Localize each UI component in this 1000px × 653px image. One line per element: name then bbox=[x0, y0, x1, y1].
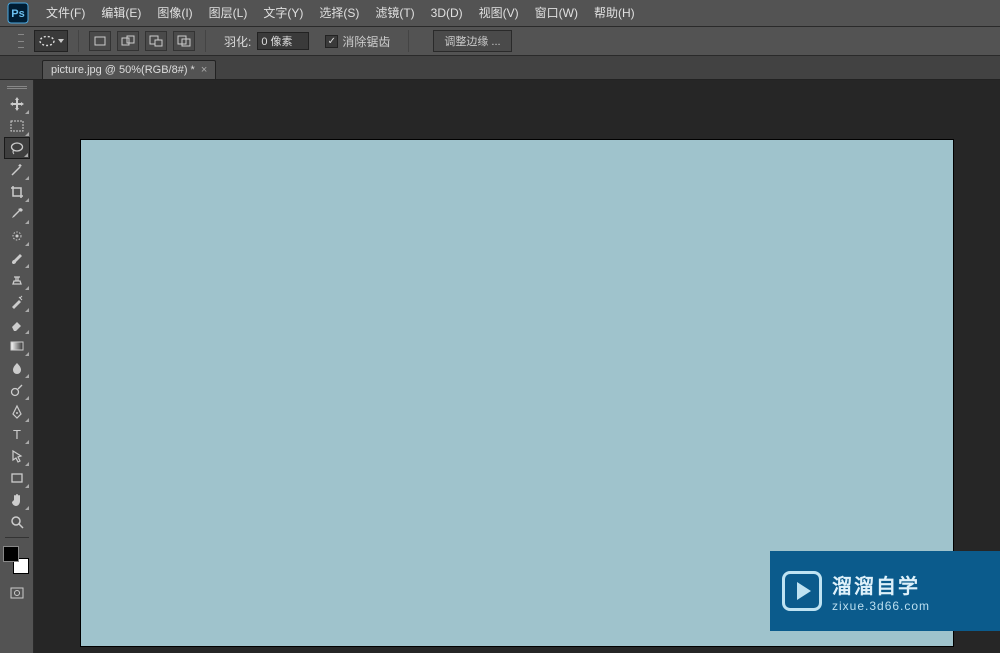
watermark-title: 溜溜自学 bbox=[832, 570, 930, 599]
magic-wand-tool[interactable] bbox=[4, 159, 30, 181]
menu-edit[interactable]: 编辑(E) bbox=[93, 0, 149, 26]
menu-help[interactable]: 帮助(H) bbox=[586, 0, 643, 26]
document-tab-title: picture.jpg @ 50%(RGB/8#) * bbox=[51, 64, 195, 76]
history-brush-tool[interactable] bbox=[4, 291, 30, 313]
rectangle-tool[interactable] bbox=[4, 467, 30, 489]
antialias-checkbox[interactable]: ✓ 消除锯齿 bbox=[325, 33, 390, 50]
options-bar-grip[interactable] bbox=[18, 34, 24, 48]
divider bbox=[408, 30, 409, 52]
watermark-url: zixue.3d66.com bbox=[832, 599, 930, 613]
blur-tool[interactable] bbox=[4, 357, 30, 379]
document-tab[interactable]: picture.jpg @ 50%(RGB/8#) * × bbox=[42, 60, 216, 79]
eraser-tool[interactable] bbox=[4, 313, 30, 335]
menu-type[interactable]: 文字(Y) bbox=[255, 0, 311, 26]
brush-tool[interactable] bbox=[4, 247, 30, 269]
zoom-tool[interactable] bbox=[4, 511, 30, 533]
rectangular-marquee-tool[interactable] bbox=[4, 115, 30, 137]
feather-input[interactable]: 0 像素 bbox=[257, 32, 309, 50]
selection-mode-new[interactable] bbox=[89, 31, 111, 51]
crop-tool[interactable] bbox=[4, 181, 30, 203]
watermark-overlay: 溜溜自学 zixue.3d66.com bbox=[770, 551, 1000, 631]
menu-view[interactable]: 视图(V) bbox=[471, 0, 527, 26]
spot-healing-brush-tool[interactable] bbox=[4, 225, 30, 247]
move-tool[interactable] bbox=[4, 93, 30, 115]
divider bbox=[5, 537, 29, 538]
dodge-tool[interactable] bbox=[4, 379, 30, 401]
menu-file[interactable]: 文件(F) bbox=[38, 0, 93, 26]
divider bbox=[78, 30, 79, 52]
svg-text:Ps: Ps bbox=[11, 8, 24, 20]
menu-select[interactable]: 选择(S) bbox=[311, 0, 367, 26]
menu-layer[interactable]: 图层(L) bbox=[201, 0, 256, 26]
chevron-down-icon bbox=[58, 39, 64, 43]
document-tab-bar: picture.jpg @ 50%(RGB/8#) * × bbox=[0, 56, 1000, 80]
clone-stamp-tool[interactable] bbox=[4, 269, 30, 291]
svg-text:T: T bbox=[13, 427, 21, 442]
app-logo: Ps bbox=[4, 2, 32, 24]
selection-mode-add[interactable] bbox=[117, 31, 139, 51]
menu-3d[interactable]: 3D(D) bbox=[423, 0, 471, 26]
feather-label: 羽化: bbox=[224, 33, 251, 50]
gradient-tool[interactable] bbox=[4, 335, 30, 357]
lasso-tool[interactable] bbox=[4, 137, 30, 159]
horizontal-type-tool[interactable]: T bbox=[4, 423, 30, 445]
menu-window[interactable]: 窗口(W) bbox=[527, 0, 586, 26]
menu-bar: Ps 文件(F) 编辑(E) 图像(I) 图层(L) 文字(Y) 选择(S) 滤… bbox=[0, 0, 1000, 26]
close-icon[interactable]: × bbox=[201, 64, 207, 76]
check-icon: ✓ bbox=[325, 35, 338, 48]
play-icon bbox=[782, 571, 822, 611]
divider bbox=[205, 30, 206, 52]
current-tool-indicator[interactable] bbox=[34, 30, 68, 52]
menu-filter[interactable]: 滤镜(T) bbox=[367, 0, 422, 26]
pen-tool[interactable] bbox=[4, 401, 30, 423]
antialias-label: 消除锯齿 bbox=[342, 33, 390, 50]
canvas-area[interactable]: 溜溜自学 zixue.3d66.com bbox=[34, 80, 1000, 653]
path-selection-tool[interactable] bbox=[4, 445, 30, 467]
work-area: T 溜溜自学 zixue.3d66.com bbox=[0, 80, 1000, 653]
tools-panel: T bbox=[0, 80, 34, 653]
refine-edge-button[interactable]: 调整边缘 ... bbox=[433, 30, 511, 52]
selection-mode-subtract[interactable] bbox=[145, 31, 167, 51]
menu-image[interactable]: 图像(I) bbox=[149, 0, 200, 26]
toolbar-grip[interactable] bbox=[7, 86, 27, 89]
color-swatches[interactable] bbox=[3, 546, 31, 574]
eyedropper-tool[interactable] bbox=[4, 203, 30, 225]
foreground-color-swatch[interactable] bbox=[3, 546, 19, 562]
options-bar: 羽化: 0 像素 ✓ 消除锯齿 调整边缘 ... bbox=[0, 26, 1000, 56]
quick-mask-mode[interactable] bbox=[4, 582, 30, 604]
hand-tool[interactable] bbox=[4, 489, 30, 511]
selection-mode-intersect[interactable] bbox=[173, 31, 195, 51]
